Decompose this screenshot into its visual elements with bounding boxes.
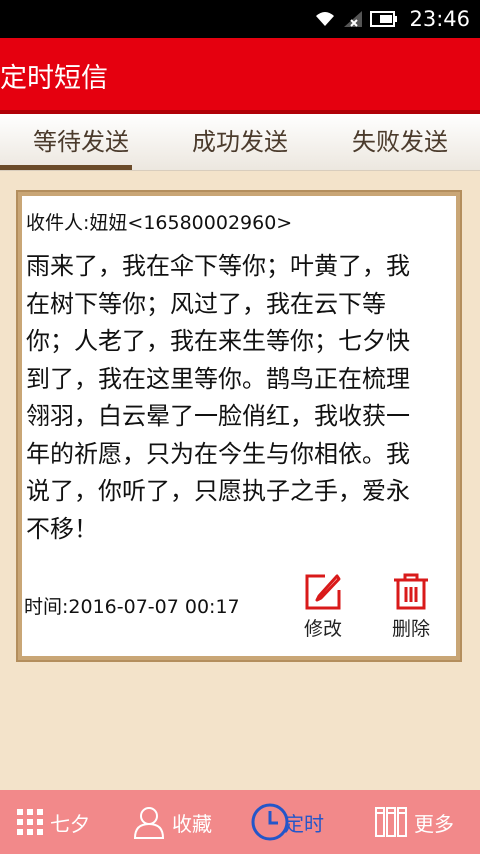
nav-item-favorites[interactable]: 收藏 (132, 790, 212, 854)
nav-item-scheduled[interactable]: 定时 (250, 790, 324, 854)
battery-icon (370, 11, 397, 27)
nav-item-qixi[interactable]: 七夕 (16, 790, 90, 854)
delete-label: 删除 (391, 618, 430, 640)
nav-label: 定时 (284, 811, 324, 836)
message-line: 翎羽，白云晕了一脸俏红，我收获一 (26, 402, 410, 430)
recipient: 收件人:妞妞<16580002960> (26, 212, 293, 234)
tab-failed[interactable]: 失败发送 (352, 122, 448, 157)
no-signal-icon (344, 11, 362, 27)
message-card: 收件人:妞妞<16580002960> 雨来了，我在伞下等你；叶黄了，我 在树下… (16, 190, 462, 662)
person-icon (133, 807, 165, 839)
clock-time: 23:46 (409, 7, 470, 31)
message-card-body: 收件人:妞妞<16580002960> 雨来了，我在伞下等你；叶黄了，我 在树下… (22, 196, 456, 656)
send-time: 时间:2016-07-07 00:17 (24, 596, 240, 618)
message-text: 雨来了，我在伞下等你；叶黄了，我 在树下等你；风过了，我在云下等 你；人老了，我… (26, 248, 446, 548)
tab-sent[interactable]: 成功发送 (192, 122, 288, 157)
status-bar: 23:46 (0, 0, 480, 38)
app-bar: 定时短信 (0, 38, 480, 114)
message-line: 年的祈愿，只为在今生与你相依。我 (26, 439, 410, 468)
message-line: 在树下等你；风过了，我在云下等 (26, 289, 386, 318)
trash-icon (394, 573, 428, 610)
tab-pending[interactable]: 等待发送 (33, 122, 129, 157)
nav-label: 收藏 (172, 811, 212, 836)
nav-item-more[interactable]: 更多 (374, 790, 454, 854)
message-line: 说了，你听了，只愿执子之手，爱永 (26, 477, 410, 505)
wifi-icon (316, 12, 334, 26)
nav-label: 七夕 (50, 811, 90, 836)
page-title: 定时短信 (0, 63, 108, 94)
message-line: 不移！ (26, 514, 98, 543)
edit-label: 修改 (303, 618, 342, 640)
bottom-nav: 七夕 收藏 定时 更多 (0, 790, 480, 854)
message-line: 到了，我在这里等你。鹊鸟正在梳理 (26, 364, 410, 393)
edit-button[interactable]: 修改 (288, 572, 358, 641)
delete-button[interactable]: 删除 (376, 572, 446, 641)
edit-icon (305, 574, 341, 610)
grid-icon (17, 809, 43, 835)
message-line: 雨来了，我在伞下等你；叶黄了，我 (26, 252, 410, 280)
tab-indicator (0, 165, 132, 170)
books-icon (375, 807, 407, 837)
tab-bar: 等待发送 成功发送 失败发送 (0, 114, 480, 171)
nav-label: 更多 (414, 811, 454, 836)
message-line: 你；人老了，我在来生等你；七夕快 (26, 327, 410, 355)
